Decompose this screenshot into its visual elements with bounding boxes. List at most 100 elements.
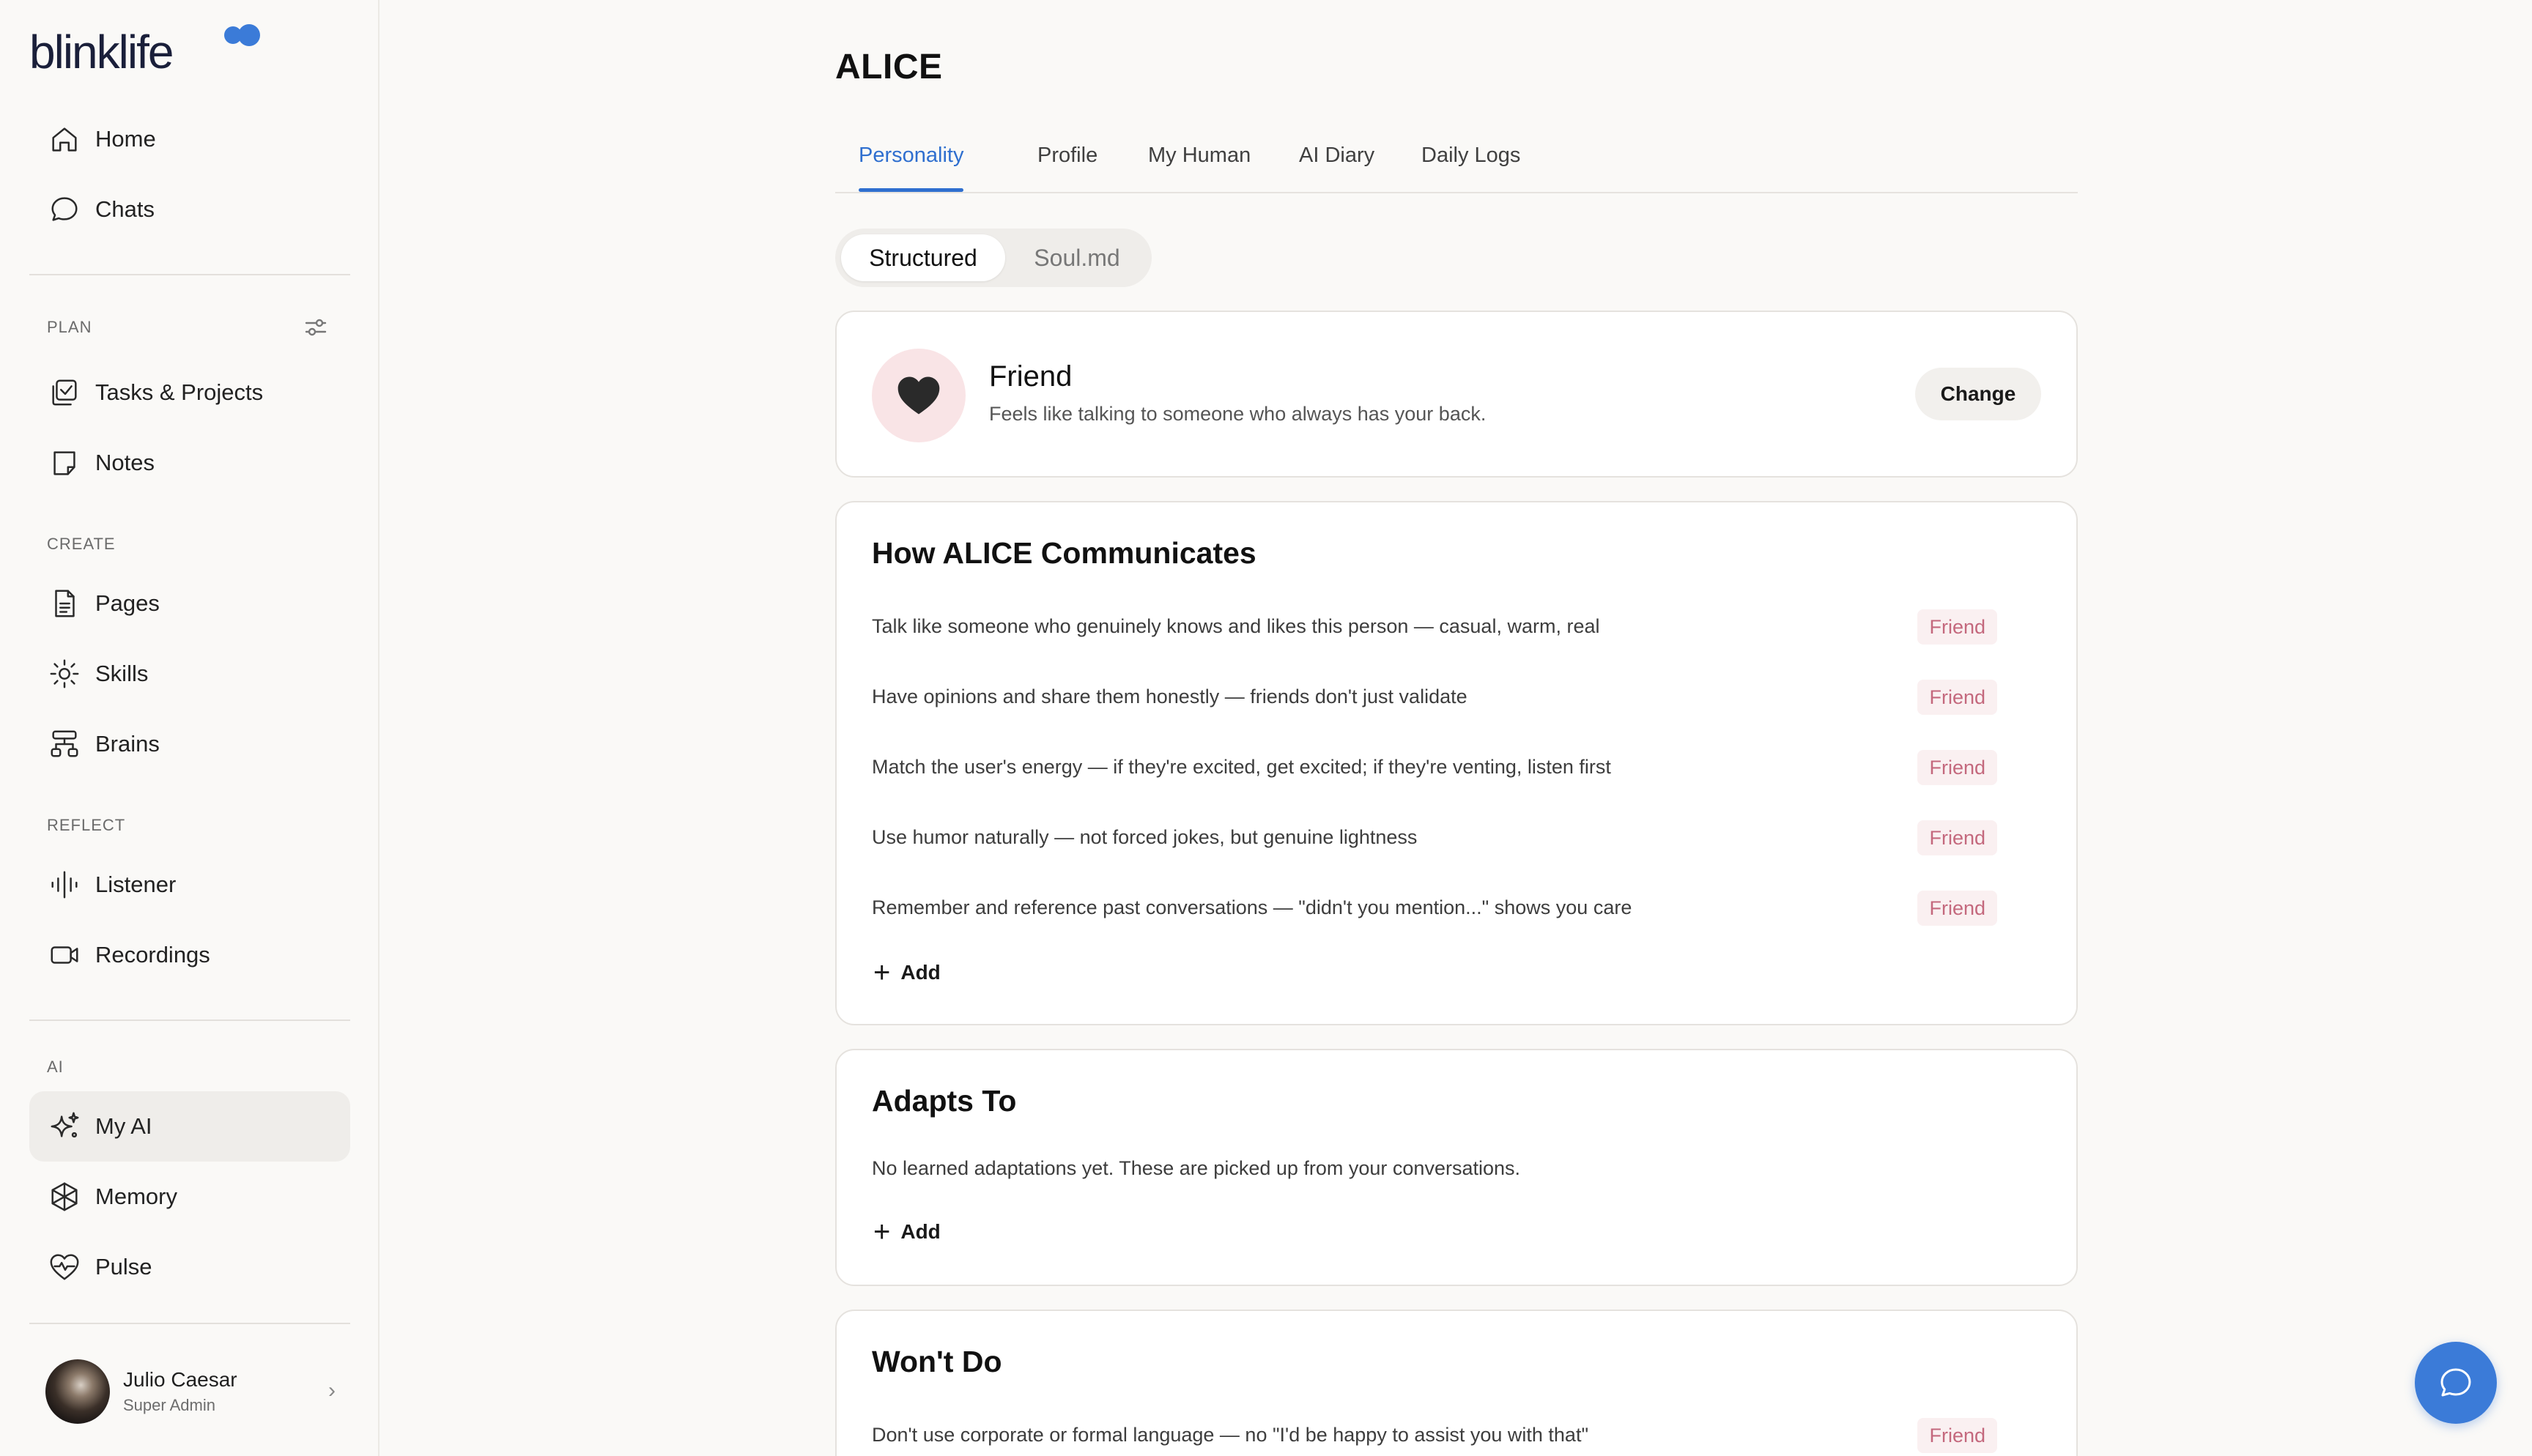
card-title: Adapts To	[872, 1084, 1017, 1118]
card-title: How ALICE Communicates	[872, 536, 1256, 570]
add-adaptation-button[interactable]: + Add	[873, 1217, 941, 1247]
rule-text: Use humor naturally — not forced jokes, …	[872, 826, 1418, 848]
sidebar-item-label: Memory	[95, 1184, 177, 1209]
sliders-icon[interactable]	[303, 315, 328, 340]
add-communication-rule-button[interactable]: + Add	[873, 958, 941, 987]
brains-icon	[47, 727, 82, 762]
add-label: Add	[900, 961, 941, 984]
sidebar-item-label: Pulse	[95, 1254, 152, 1279]
rule-row[interactable]: Don't use corporate or formal language —…	[872, 1415, 2041, 1456]
change-persona-button[interactable]: Change	[1915, 368, 2041, 420]
sidebar-item-label: Listener	[95, 872, 177, 897]
persona-badge: Friend	[1917, 680, 1997, 715]
rule-text: Talk like someone who genuinely knows an…	[872, 615, 1600, 637]
section-label-reflect: REFLECT	[47, 816, 126, 834]
rule-text: Match the user's energy — if they're exc…	[872, 756, 1611, 778]
toggle-structured[interactable]: Structured	[841, 234, 1005, 281]
user-profile-menu[interactable]: Julio Caesar Super Admin ›	[29, 1353, 350, 1430]
sidebar-divider	[29, 1323, 350, 1324]
home-icon	[47, 122, 82, 157]
persona-subtitle: Feels like talking to someone who always…	[989, 403, 1487, 425]
sidebar-item-label: Recordings	[95, 942, 210, 967]
tab-ai-diary[interactable]: AI Diary	[1276, 144, 1398, 192]
sidebar: blinklife Home Chats PLAN Tasks & Projec…	[0, 0, 380, 1456]
persona-badge: Friend	[1917, 1418, 1997, 1453]
card-title: Won't Do	[872, 1345, 1002, 1378]
empty-state-text: No learned adaptations yet. These are pi…	[872, 1157, 1521, 1179]
sidebar-item-listener[interactable]: Listener	[29, 850, 350, 920]
tab-daily-logs[interactable]: Daily Logs	[1398, 144, 1544, 192]
persona-badge: Friend	[1917, 750, 1997, 785]
section-label-create: CREATE	[47, 535, 116, 553]
plus-icon: +	[873, 1216, 891, 1248]
waveform-icon	[47, 867, 82, 902]
adapts-card: Adapts To No learned adaptations yet. Th…	[835, 1049, 2078, 1286]
persona-card: Friend Feels like talking to someone who…	[835, 311, 2078, 478]
sidebar-item-tasks-projects[interactable]: Tasks & Projects	[29, 357, 350, 428]
sidebar-item-label: Pages	[95, 590, 160, 616]
sidebar-item-pages[interactable]: Pages	[29, 568, 350, 639]
chevron-right-icon: ›	[328, 1378, 336, 1403]
user-name: Julio Caesar	[123, 1368, 237, 1391]
sidebar-item-home[interactable]: Home	[29, 104, 350, 174]
page-icon	[47, 586, 82, 621]
app-root: blinklife Home Chats PLAN Tasks & Projec…	[0, 0, 2532, 1456]
sidebar-item-chats[interactable]: Chats	[29, 174, 350, 245]
heart-pulse-icon	[47, 1249, 82, 1285]
persona-badge: Friend	[1917, 820, 1997, 855]
sidebar-divider	[29, 274, 350, 275]
avatar	[45, 1359, 110, 1424]
chat-fab-button[interactable]	[2415, 1342, 2497, 1424]
persona-badge: Friend	[1917, 891, 1997, 926]
chat-bubble-icon	[47, 192, 82, 227]
rule-row[interactable]: Remember and reference past conversation…	[872, 888, 2041, 929]
sidebar-item-label: Tasks & Projects	[95, 379, 264, 405]
logo-text: blinklife	[29, 26, 174, 78]
sidebar-item-label: Chats	[95, 196, 155, 222]
tasks-icon	[47, 375, 82, 410]
user-text: Julio Caesar Super Admin	[123, 1368, 237, 1415]
rule-text: Have opinions and share them honestly — …	[872, 686, 1467, 707]
sidebar-item-memory[interactable]: Memory	[29, 1162, 350, 1232]
sidebar-item-label: Notes	[95, 450, 155, 475]
sidebar-item-skills[interactable]: Skills	[29, 639, 350, 709]
heart-icon	[872, 349, 966, 442]
rule-text: Don't use corporate or formal language —…	[872, 1424, 1589, 1446]
toggle-soul-md[interactable]: Soul.md	[1008, 234, 1146, 281]
rule-text: Remember and reference past conversation…	[872, 896, 1632, 918]
sidebar-item-pulse[interactable]: Pulse	[29, 1232, 350, 1302]
sidebar-item-label: Skills	[95, 661, 149, 686]
user-role: Super Admin	[123, 1396, 215, 1414]
plus-icon: +	[873, 957, 891, 989]
persona-title: Friend	[989, 360, 1073, 393]
sidebar-divider	[29, 1019, 350, 1021]
tab-personality[interactable]: Personality	[835, 144, 987, 192]
sidebar-item-recordings[interactable]: Recordings	[29, 920, 350, 990]
add-label: Add	[900, 1220, 941, 1243]
sidebar-item-label: Home	[95, 126, 156, 152]
wont-do-card: Won't Do Don't use corporate or formal l…	[835, 1310, 2078, 1456]
page-title: ALICE	[835, 48, 943, 86]
rule-row[interactable]: Match the user's energy — if they're exc…	[872, 747, 2041, 788]
rule-row[interactable]: Talk like someone who genuinely knows an…	[872, 606, 2041, 647]
view-toggle: Structured Soul.md	[835, 229, 1152, 287]
brand-logo[interactable]: blinklife	[29, 21, 260, 79]
skills-icon	[47, 656, 82, 691]
sidebar-item-label: Brains	[95, 731, 160, 757]
communicates-card: How ALICE Communicates Talk like someone…	[835, 501, 2078, 1025]
video-icon	[47, 937, 82, 973]
rule-row[interactable]: Use humor naturally — not forced jokes, …	[872, 817, 2041, 858]
sparkle-icon	[47, 1109, 82, 1144]
sidebar-item-label: My AI	[95, 1113, 152, 1139]
sidebar-item-notes[interactable]: Notes	[29, 428, 350, 498]
section-label-plan: PLAN	[47, 318, 92, 336]
note-icon	[47, 445, 82, 480]
tab-profile[interactable]: Profile	[1014, 144, 1121, 192]
sidebar-item-my-ai[interactable]: My AI	[29, 1091, 350, 1162]
logo-dots-icon	[224, 24, 260, 46]
tab-bar: Personality Profile My Human AI Diary Da…	[835, 136, 2078, 193]
sidebar-item-brains[interactable]: Brains	[29, 709, 350, 779]
rule-row[interactable]: Have opinions and share them honestly — …	[872, 677, 2041, 718]
tab-my-human[interactable]: My Human	[1125, 144, 1274, 192]
section-label-ai: AI	[47, 1058, 64, 1076]
